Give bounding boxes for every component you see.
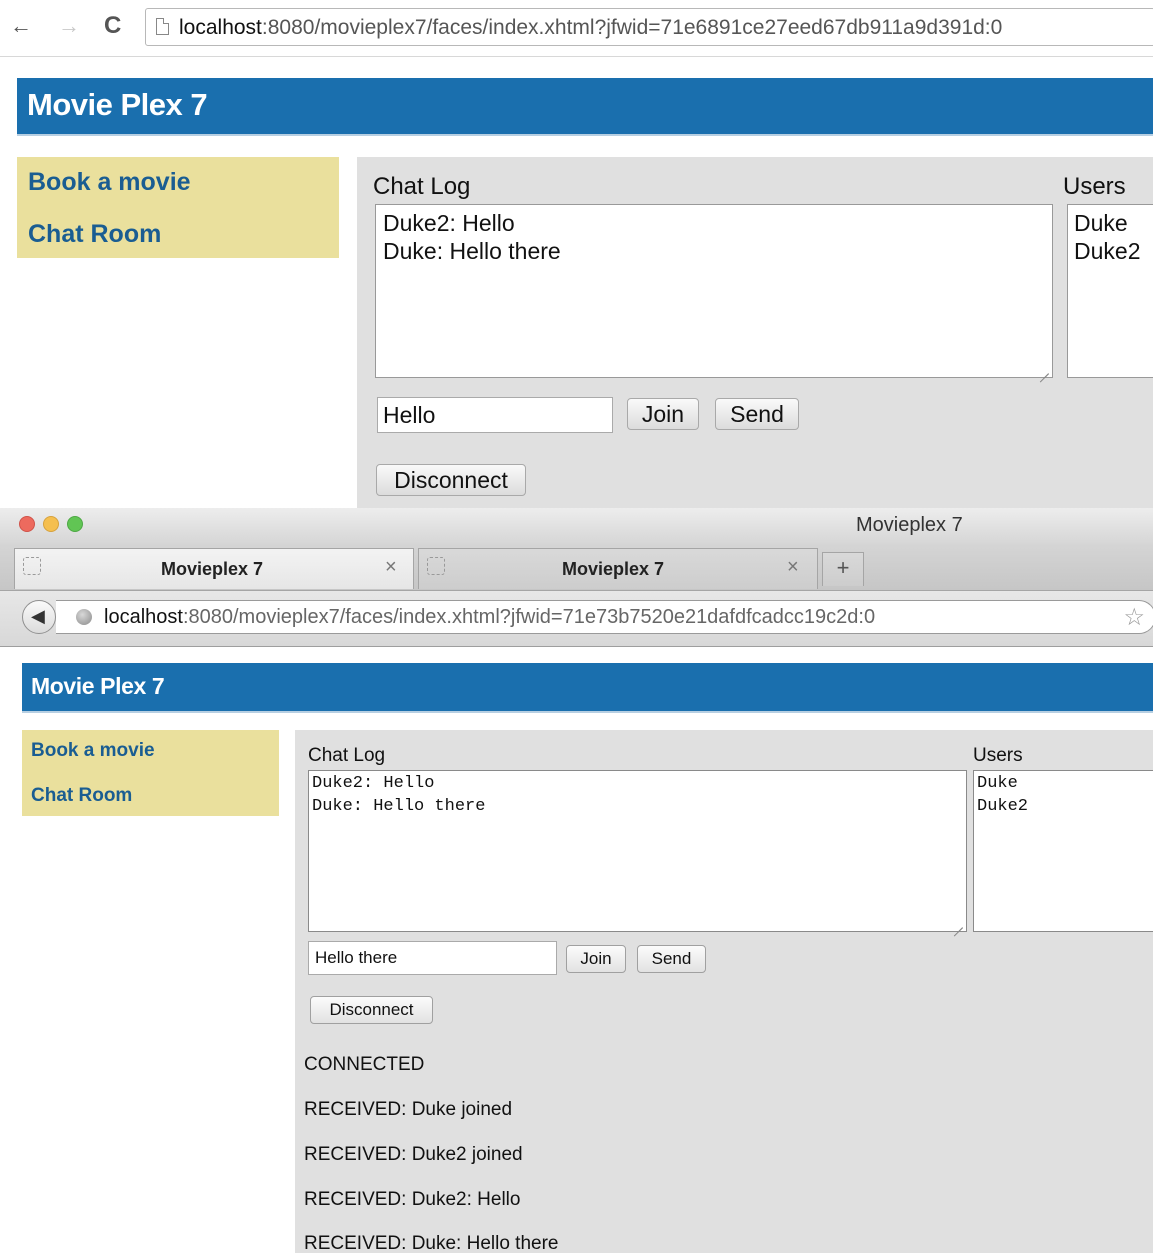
globe-icon [76, 609, 92, 625]
window-title: Movieplex 7 [856, 514, 963, 536]
status-line: RECEIVED: Duke joined [304, 1099, 513, 1120]
status-line: RECEIVED: Duke2: Hello [304, 1189, 521, 1210]
top-browser-window: ← → C localhost:8080/movieplex7/faces/in… [0, 0, 1153, 508]
user-item: Duke2 [977, 797, 1029, 816]
chat-log-line: Duke: Hello there [383, 238, 561, 264]
message-input[interactable]: Hello [377, 397, 613, 433]
sidebar-item-book-a-movie[interactable]: Book a movie [31, 740, 155, 762]
browser-toolbar: ← → C localhost:8080/movieplex7/faces/in… [0, 0, 1153, 57]
back-arrow-icon: ◀ [31, 606, 45, 626]
sidebar: Book a movie Chat Room [17, 157, 339, 258]
status-line: RECEIVED: Duke: Hello there [304, 1233, 559, 1253]
new-tab-button[interactable]: + [822, 552, 864, 586]
chat-log-label: Chat Log [373, 173, 471, 200]
sidebar: Book a movie Chat Room [22, 730, 279, 816]
chat-log-label: Chat Log [308, 745, 386, 766]
join-button[interactable]: Join [627, 398, 699, 430]
status-line: RECEIVED: Duke2 joined [304, 1144, 523, 1165]
join-button[interactable]: Join [566, 945, 626, 973]
status-line-connected: CONNECTED [304, 1054, 425, 1075]
forward-icon[interactable]: → [58, 13, 80, 39]
sidebar-item-chat-room[interactable]: Chat Room [28, 220, 161, 249]
sidebar-item-chat-room[interactable]: Chat Room [31, 785, 132, 807]
tab-label: Movieplex 7 [562, 559, 665, 579]
close-window-icon[interactable] [19, 516, 35, 532]
tab-label: Movieplex 7 [161, 559, 264, 579]
site-banner: Movie Plex 7 [22, 663, 1153, 713]
chat-log-line: Duke: Hello there [312, 797, 486, 816]
users-label: Users [973, 745, 1023, 766]
disconnect-button[interactable]: Disconnect [376, 464, 526, 496]
close-tab-icon[interactable]: × [787, 556, 799, 579]
chat-log-textarea[interactable]: Duke2: Hello Duke: Hello there [308, 770, 967, 932]
disconnect-button[interactable]: Disconnect [310, 996, 433, 1024]
bookmark-star-icon[interactable]: ☆ [1123, 603, 1145, 632]
minimize-window-icon[interactable] [43, 516, 59, 532]
user-item: Duke [1074, 210, 1128, 236]
address-bar[interactable]: localhost:8080/movieplex7/faces/index.xh… [145, 8, 1153, 46]
site-title: Movie Plex 7 [31, 673, 165, 699]
chat-log-line: Duke2: Hello [312, 774, 435, 793]
send-button[interactable]: Send [637, 945, 706, 973]
page-icon [156, 18, 169, 35]
bottom-browser-window: Movieplex 7 Movieplex 7 × Movieplex 7 × … [0, 508, 1153, 1253]
sidebar-item-book-a-movie[interactable]: Book a movie [28, 168, 191, 197]
site-banner: Movie Plex 7 [17, 78, 1153, 136]
favicon-icon [427, 557, 445, 575]
close-tab-icon[interactable]: × [385, 556, 397, 579]
chat-log-line: Duke2: Hello [383, 210, 515, 236]
tab-movieplex-1[interactable]: Movieplex 7 × [14, 548, 414, 589]
window-titlebar[interactable]: Movieplex 7 [0, 508, 1153, 544]
address-toolbar: ◀ localhost:8080/movieplex7/faces/index.… [0, 591, 1153, 647]
url-text[interactable]: localhost:8080/movieplex7/faces/index.xh… [104, 606, 875, 629]
favicon-icon [23, 557, 41, 575]
users-textarea[interactable]: Duke Duke2 [973, 770, 1153, 932]
site-title: Movie Plex 7 [27, 87, 208, 122]
tab-movieplex-2[interactable]: Movieplex 7 × [418, 548, 818, 589]
users-label: Users [1063, 173, 1126, 200]
message-input[interactable]: Hello there [308, 941, 557, 975]
back-icon[interactable]: ← [10, 13, 32, 39]
user-item: Duke2 [1074, 238, 1141, 264]
url-text[interactable]: localhost:8080/movieplex7/faces/index.xh… [179, 15, 1002, 41]
zoom-window-icon[interactable] [67, 516, 83, 532]
resize-grip-icon[interactable] [1039, 364, 1049, 374]
users-textarea[interactable]: Duke Duke2 [1067, 204, 1153, 378]
user-item: Duke [977, 774, 1018, 793]
chat-log-textarea[interactable]: Duke2: Hello Duke: Hello there [375, 204, 1053, 378]
send-button[interactable]: Send [715, 398, 799, 430]
reload-icon[interactable]: C [104, 13, 121, 39]
back-button[interactable]: ◀ [22, 600, 56, 634]
resize-grip-icon[interactable] [953, 918, 963, 928]
tab-bar: Movieplex 7 × Movieplex 7 × + [0, 544, 1153, 591]
address-bar[interactable]: localhost:8080/movieplex7/faces/index.xh… [56, 600, 1153, 634]
